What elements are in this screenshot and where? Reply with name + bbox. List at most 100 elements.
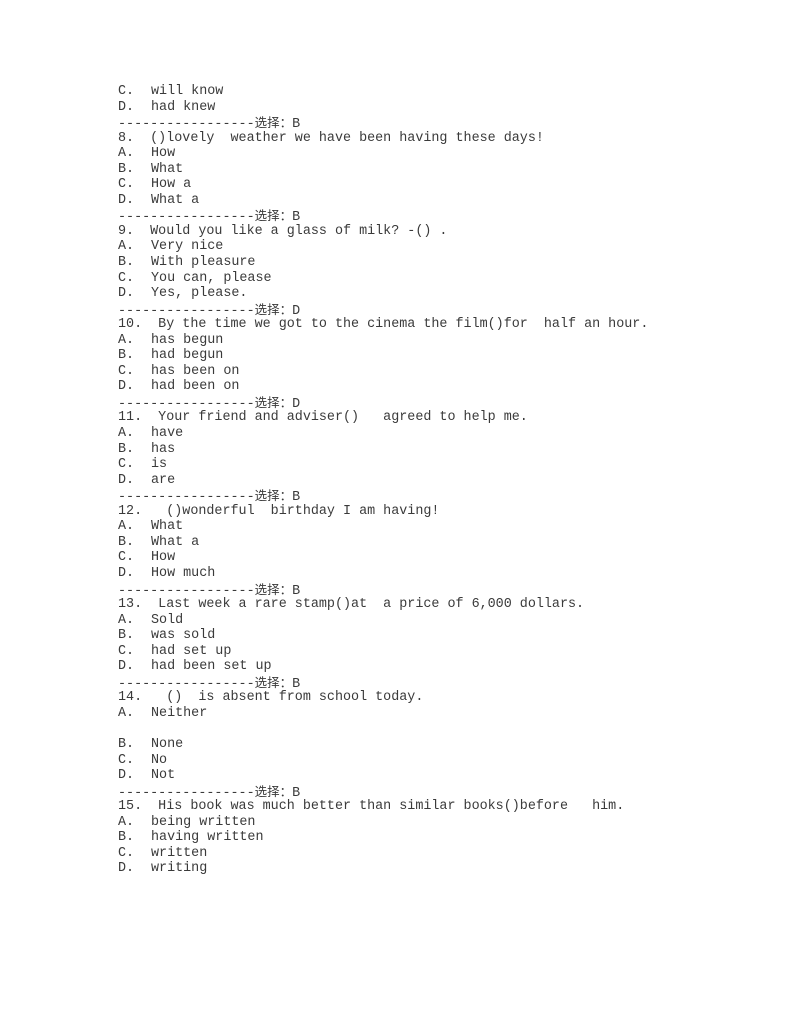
option-text: How a — [151, 177, 192, 193]
option-text: being written — [151, 814, 256, 830]
option-letter: C. — [118, 177, 135, 193]
answer-label: 选择： — [254, 581, 293, 597]
option-item: B. has — [118, 442, 738, 458]
answer-line: -----------------选择：D — [118, 302, 738, 319]
question-stem: 13. Last week a rare stamp()at a price o… — [118, 597, 738, 613]
option-letter: B. — [118, 255, 135, 271]
option-item: C. had set up — [118, 644, 738, 660]
option-letter: C. — [118, 845, 135, 861]
option-item: C. is — [118, 457, 738, 473]
option-letter: B. — [118, 348, 135, 364]
question-number: 15. — [118, 799, 143, 815]
option-letter: A. — [118, 332, 135, 348]
option-item: B. was sold — [118, 628, 738, 644]
option-item: B. had begun — [118, 348, 738, 364]
question-number: 12. — [118, 503, 143, 519]
question-block: 13. Last week a rare stamp()at a price o… — [118, 597, 738, 692]
question-text: ()lovely weather we have been having the… — [134, 130, 544, 146]
question-text: Would you like a glass of milk? -() . — [134, 223, 448, 239]
option-letter: A. — [118, 705, 135, 721]
option-text: will know — [151, 84, 224, 99]
option-item: C. How — [118, 550, 738, 566]
option-letter: C. — [118, 550, 135, 566]
question-stem: 12. ()wonderful birthday I am having! — [118, 504, 738, 520]
option-text: having written — [151, 830, 264, 846]
option-letter: C. — [118, 84, 135, 99]
question-fragment: C. will know D. had knew -----------------选择… — [118, 84, 738, 132]
option-text: No — [151, 752, 168, 768]
option-item: C. You can, please — [118, 271, 738, 287]
option-item: B. having written — [118, 830, 738, 846]
option-text: had knew — [151, 99, 216, 115]
question-block: 12. ()wonderful birthday I am having! A. W… — [118, 504, 738, 599]
option-item: B. None — [118, 737, 738, 753]
option-letter: C. — [118, 270, 135, 286]
question-stem: 8. ()lovely weather we have been having … — [118, 131, 738, 147]
option-letter: C. — [118, 363, 135, 379]
question-number: 14. — [118, 690, 143, 706]
option-text: written — [151, 845, 208, 861]
option-text: has begun — [151, 332, 224, 348]
option-text: What — [151, 519, 184, 535]
question-stem: 14. () is absent from school today. — [118, 690, 738, 706]
option-text: has been on — [151, 363, 240, 379]
option-item: D. had been set up — [118, 659, 738, 675]
option-item: C. How a — [118, 177, 738, 193]
answer-label: 选择： — [254, 394, 293, 410]
option-item: A. Neither — [118, 706, 738, 722]
answer-line: -----------------选择：B — [118, 208, 738, 225]
option-text: had set up — [151, 643, 232, 659]
answer-label: 选择： — [254, 674, 293, 690]
answer-line: -----------------选择：B — [118, 581, 738, 599]
option-letter: A. — [118, 239, 135, 255]
option-item: D. had knew — [118, 100, 738, 116]
option-item: B. What a — [118, 535, 738, 551]
option-text: was sold — [151, 628, 216, 644]
answer-line: -----------------选择：B — [118, 674, 738, 692]
question-text: Last week a rare stamp()at a price of 6,… — [142, 597, 585, 613]
answer-line: -----------------选择：D — [118, 394, 738, 412]
question-stem: 11. Your friend and adviser() agreed to … — [118, 410, 738, 426]
option-letter: D. — [118, 379, 135, 395]
option-letter: D. — [118, 472, 135, 488]
option-text: Sold — [151, 612, 184, 628]
option-letter: A. — [118, 814, 135, 830]
question-text: His book was much better than similar bo… — [142, 799, 625, 815]
option-item: B. With pleasure — [118, 255, 738, 271]
question-text: ()wonderful birthday I am having! — [142, 503, 440, 519]
option-text: had been on — [151, 379, 240, 395]
option-text: What — [151, 161, 184, 177]
question-number: 10. — [118, 317, 143, 333]
option-letter: A. — [118, 426, 135, 442]
option-item: A. How — [118, 146, 738, 162]
question-block: 11. Your friend and adviser() agreed to … — [118, 410, 738, 505]
option-letter: D. — [118, 565, 135, 581]
option-item: C. No — [118, 753, 738, 769]
option-letter: B. — [118, 736, 135, 752]
question-stem: 10. By the time we got to the cinema the… — [118, 317, 738, 333]
option-letter: C. — [118, 752, 135, 768]
option-letter: B. — [118, 441, 135, 457]
option-item: C. written — [118, 846, 738, 862]
option-letter: C. — [118, 457, 135, 473]
question-text: By the time we got to the cinema the fil… — [142, 317, 649, 333]
option-text: is — [151, 457, 168, 473]
option-letter: B. — [118, 830, 135, 846]
option-text: What a — [151, 192, 200, 208]
option-text: You can, please — [151, 270, 272, 286]
option-text: Yes, please. — [151, 286, 248, 302]
option-text: are — [151, 472, 176, 488]
option-letter: D. — [118, 659, 135, 675]
option-text: had been set up — [151, 659, 272, 675]
answer-line: -----------------选择：B — [118, 115, 738, 132]
option-item: D. are — [118, 473, 738, 489]
option-text: With pleasure — [151, 255, 256, 271]
question-number: 9. — [118, 223, 135, 239]
option-text: What a — [151, 534, 200, 550]
option-letter: A. — [118, 519, 135, 535]
option-item: A. Sold — [118, 613, 738, 629]
question-number: 8. — [118, 130, 135, 146]
option-letter: B. — [118, 534, 135, 550]
option-text: Very nice — [151, 239, 224, 255]
